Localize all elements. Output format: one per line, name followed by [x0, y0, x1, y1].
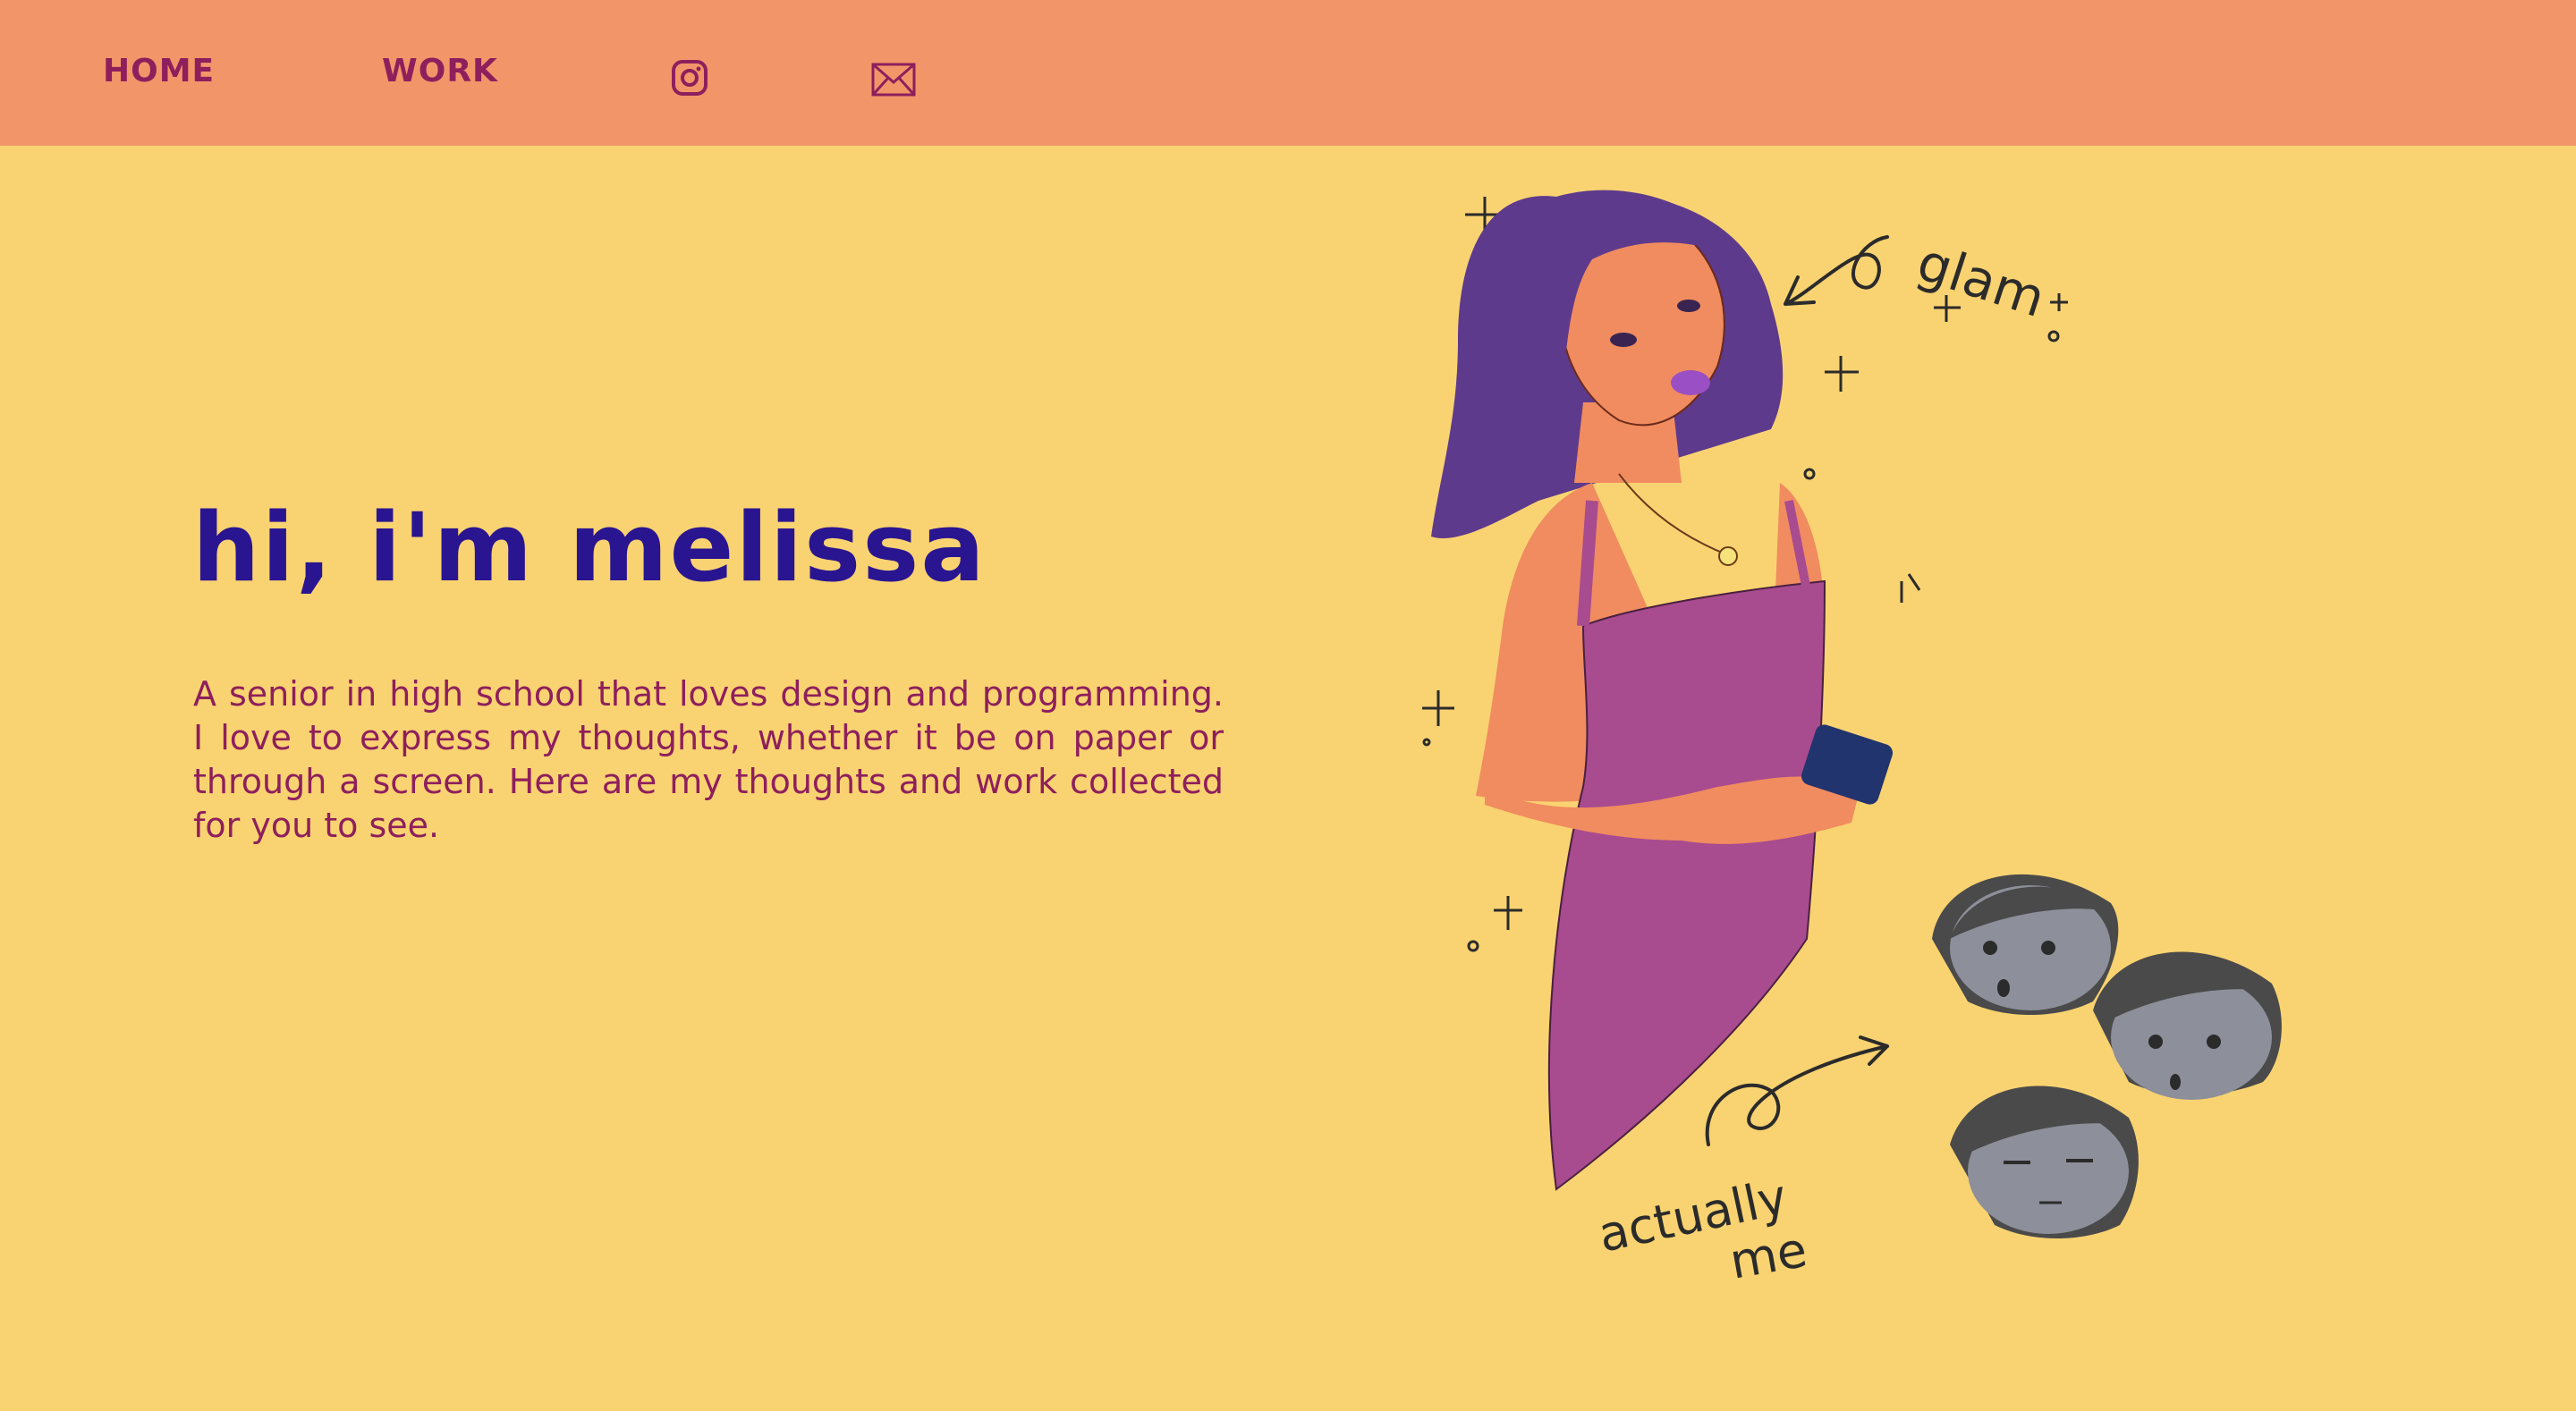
grey-heads [1932, 874, 2282, 1238]
self-portrait-illustration: glam actually me [1324, 161, 2361, 1290]
hero-description: A senior in high school that loves desig… [193, 674, 1224, 845]
mail-icon[interactable] [871, 63, 916, 97]
hero-title: hi, i'm melissa [192, 493, 987, 603]
nav-work-link[interactable]: WORK [382, 55, 498, 88]
instagram-icon[interactable] [671, 59, 708, 97]
navbar: HOME WORK [0, 0, 2576, 146]
glam-annotation: glam [1911, 232, 2053, 329]
nav-home-link[interactable]: HOME [103, 55, 215, 88]
